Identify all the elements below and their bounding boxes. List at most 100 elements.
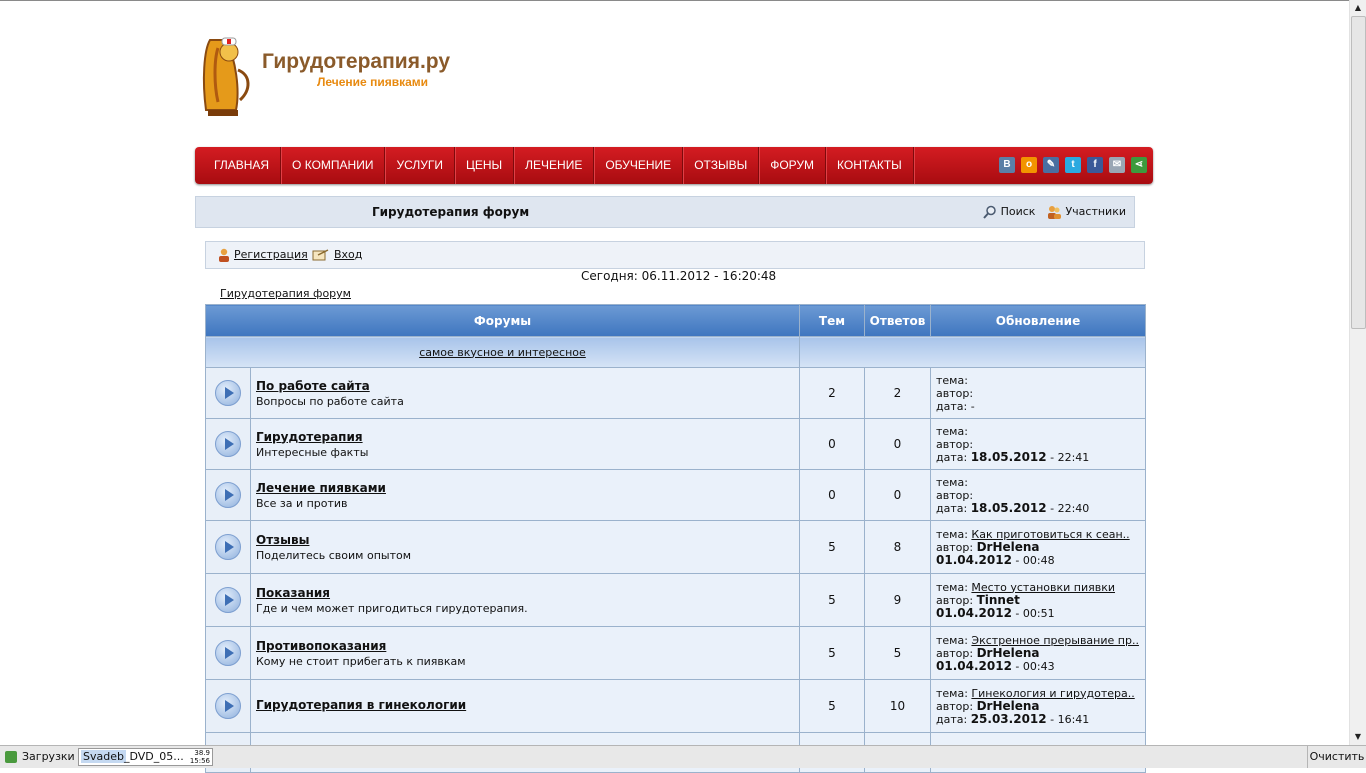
breadcrumb[interactable]: Гирудотерапия форум (220, 287, 351, 300)
forum-description: Все за и против (256, 496, 348, 510)
replies-count: 2 (864, 367, 931, 419)
livejournal-icon[interactable]: ✎ (1043, 157, 1059, 173)
author-label: автор: (936, 699, 974, 713)
forum-read-icon (215, 587, 241, 613)
window-top-border (0, 0, 1366, 1)
register-link[interactable]: Регистрация (218, 248, 308, 262)
scroll-down-arrow-icon[interactable]: ▼ (1350, 729, 1366, 744)
mail-icon[interactable]: ✉ (1109, 157, 1125, 173)
last-author: DrHelena (976, 698, 1040, 713)
site-subtitle: Лечение пиявками (317, 75, 429, 89)
login-link[interactable]: Вход (312, 248, 362, 262)
date-label: дата: (936, 712, 968, 726)
download-item[interactable]: Svadeb _DVD_05... 38.9 15:56 (78, 748, 213, 766)
register-label[interactable]: Регистрация (234, 248, 308, 261)
last-update-cell: тема: Экстренное прерывание пр.. автор: … (930, 626, 1146, 680)
nav-item-about[interactable]: О КОМПАНИИ (281, 147, 386, 184)
search-link[interactable]: Поиск (982, 205, 1036, 219)
category-empty-cell (799, 336, 1146, 368)
forum-link[interactable]: Лечение пиявками (251, 481, 799, 495)
nav-item-contacts[interactable]: КОНТАКТЫ (826, 147, 914, 184)
topic-label: тема: (936, 373, 968, 387)
forum-icon-cell (205, 418, 251, 470)
last-time: - 22:40 (1046, 501, 1090, 515)
forum-cell: По работе сайта Вопросы по работе сайта (250, 367, 800, 419)
vertical-scrollbar[interactable]: ▲ ▼ (1349, 0, 1366, 745)
date-label: дата: (936, 450, 968, 464)
vkontakte-icon[interactable]: В (999, 157, 1015, 173)
replies-count: 0 (864, 418, 931, 470)
forum-link[interactable]: Показания (251, 586, 799, 600)
twitter-icon[interactable]: t (1065, 157, 1081, 173)
topics-count: 5 (799, 520, 865, 574)
members-label[interactable]: Участники (1065, 205, 1126, 218)
download-icon (5, 751, 17, 763)
login-icon (312, 249, 329, 261)
users-icon (1047, 205, 1062, 219)
header-updated: Обновление (930, 304, 1146, 337)
last-author: Tinnet (976, 592, 1020, 607)
nav-item-reviews[interactable]: ОТЗЫВЫ (683, 147, 760, 184)
site-logo[interactable] (196, 30, 321, 120)
nav-item-prices[interactable]: ЦЕНЫ (455, 147, 515, 184)
main-navbar: ГЛАВНАЯ О КОМПАНИИ УСЛУГИ ЦЕНЫ ЛЕЧЕНИЕ О… (195, 147, 1153, 184)
category-link[interactable]: самое вкусное и интересное (206, 346, 799, 359)
forum-icon-cell (205, 469, 251, 521)
last-time: - 00:51 (1011, 606, 1055, 620)
downloads-label[interactable]: Загрузки (22, 750, 75, 763)
topics-count: 5 (799, 679, 865, 733)
site-title[interactable]: Гирудотерапия.ру (262, 50, 450, 74)
forum-link[interactable]: По работе сайта (251, 379, 799, 393)
nav-item-forum[interactable]: ФОРУМ (759, 147, 827, 184)
forum-link[interactable]: Отзывы (251, 533, 799, 547)
search-label[interactable]: Поиск (1001, 205, 1036, 218)
header-replies: Ответов (864, 304, 931, 337)
forum-title: Гирудотерапия форум (372, 205, 530, 219)
user-icon (219, 248, 229, 262)
forum-link[interactable]: Гирудотерапия в гинекологии (251, 698, 799, 712)
nav-item-education[interactable]: ОБУЧЕНИЕ (594, 147, 684, 184)
social-share-icons: В о ✎ t f ✉ ⋖ (999, 157, 1147, 173)
nav-item-treatment[interactable]: ЛЕЧЕНИЕ (514, 147, 595, 184)
author-label: автор: (936, 386, 974, 400)
replies-count: 5 (864, 626, 931, 680)
forum-icon-cell (205, 626, 251, 680)
forum-read-icon (215, 482, 241, 508)
nav-item-home[interactable]: ГЛАВНАЯ (203, 147, 282, 184)
topic-label: тема: (936, 633, 968, 647)
table-row: Гирудотерапия в гинекологии 5 10 тема: Г… (205, 679, 1146, 733)
date-label: дата: (936, 501, 968, 515)
magnifier-icon (982, 205, 997, 219)
forum-header-links: Поиск Участники (982, 205, 1126, 219)
forum-link[interactable]: Противопоказания (251, 639, 799, 653)
replies-count: 10 (864, 679, 931, 733)
forum-read-icon (215, 534, 241, 560)
topic-label: тема: (936, 527, 968, 541)
members-link[interactable]: Участники (1047, 205, 1126, 219)
forum-header-bar: Гирудотерапия форум Поиск Участники (195, 196, 1135, 228)
last-update-cell: тема: Место установки пиявки автор: Tinn… (930, 573, 1146, 627)
last-update-cell: тема: Как приготовиться к сеан.. автор: … (930, 520, 1146, 574)
odnoklassniki-icon[interactable]: о (1021, 157, 1037, 173)
scrollbar-thumb[interactable] (1351, 16, 1366, 329)
login-label[interactable]: Вход (334, 248, 362, 261)
forum-link[interactable]: Гирудотерапия (251, 430, 799, 444)
table-row: Противопоказания Кому не стоит прибегать … (205, 626, 1146, 680)
last-date: 25.03.2012 (970, 711, 1047, 726)
last-date: 18.05.2012 (970, 449, 1047, 464)
last-author: DrHelena (976, 645, 1040, 660)
download-time: 15:56 (189, 757, 210, 765)
table-row: Гирудотерапия Интересные факты 0 0 тема: … (205, 418, 1146, 470)
clear-downloads-button[interactable]: Очистить (1307, 746, 1366, 768)
replies-count: 0 (864, 469, 931, 521)
facebook-icon[interactable]: f (1087, 157, 1103, 173)
forum-cell: Лечение пиявками Все за и против (250, 469, 800, 521)
forum-icon-cell (205, 520, 251, 574)
scroll-up-arrow-icon[interactable]: ▲ (1350, 0, 1366, 15)
downloads-button[interactable]: Загрузки (5, 750, 75, 763)
nav-item-services[interactable]: УСЛУГИ (385, 147, 455, 184)
header-forums: Форумы (205, 304, 800, 337)
forum-icon-cell (205, 679, 251, 733)
last-time: - 00:43 (1011, 659, 1055, 673)
share-icon[interactable]: ⋖ (1131, 157, 1147, 173)
